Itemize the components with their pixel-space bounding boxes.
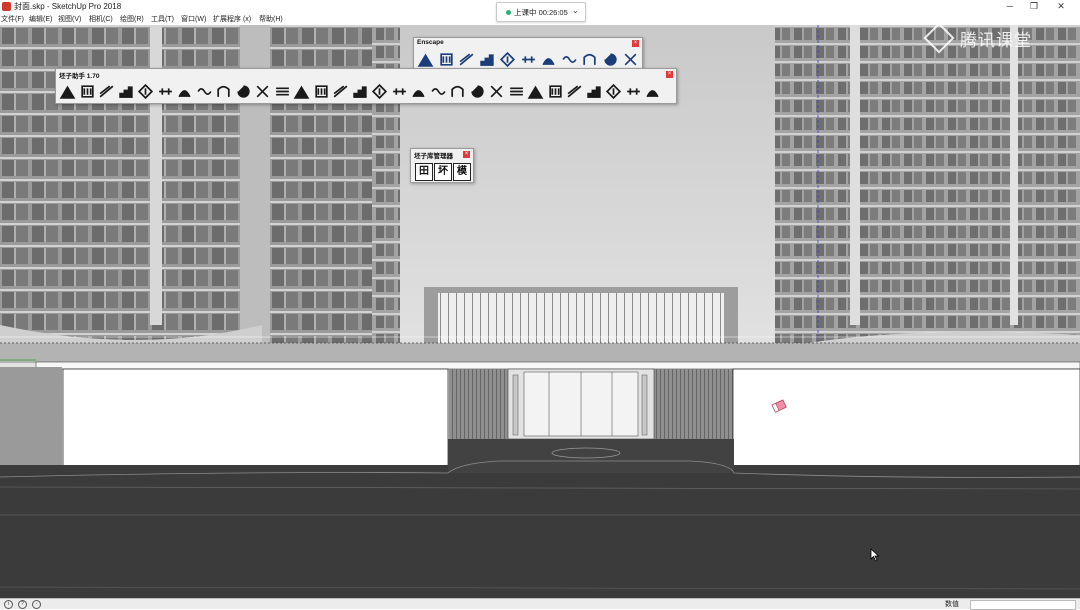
lines-tool-icon[interactable] [274,83,291,100]
roll-tool-icon[interactable] [371,83,388,100]
pizi-library-toolbar-title: 坯子库管理器 [414,153,453,160]
column-tool-icon[interactable] [79,83,96,100]
enscape-start-icon[interactable] [417,51,434,68]
box-tool-icon[interactable] [352,83,369,100]
menu-view[interactable]: 视图(V) [58,14,81,24]
library-model-button[interactable]: 模 [453,163,471,181]
arc-tool-icon[interactable] [391,83,408,100]
menu-camera[interactable]: 相机(C) [89,14,113,24]
menu-edit[interactable]: 编辑(E) [29,14,52,24]
menu-file[interactable]: 文件(F) [1,14,24,24]
stack-tool-icon[interactable] [566,83,583,100]
enscape-material-icon[interactable] [540,51,557,68]
bar-chart-tool-icon[interactable] [118,83,135,100]
enscape-capture-icon[interactable] [520,51,537,68]
enscape-upload-icon[interactable] [561,51,578,68]
stair-tool-icon[interactable] [59,83,76,100]
right-tower [775,25,1080,355]
pizi-library-toolbar[interactable]: 坯子库管理器 × 田 坏 模 [410,148,474,183]
library-field-button[interactable]: 田 [415,163,433,181]
menu-tools[interactable]: 工具(T) [151,14,174,24]
watermark-text: 腾讯课堂 [960,31,1032,50]
recording-indicator[interactable]: 上课中 00:26:05 ⌄ [496,2,586,22]
enscape-about-icon[interactable] [622,51,639,68]
mouse-cursor-icon [870,548,880,562]
library-env-button[interactable]: 坏 [434,163,452,181]
enscape-toolbar-title: Enscape [417,39,444,46]
enscape-settings-icon[interactable] [581,51,598,68]
menu-draw[interactable]: 绘图(R) [120,14,144,24]
loop-tool-icon[interactable] [235,83,252,100]
scissors-tool-icon[interactable] [254,83,271,100]
curve-tool-icon[interactable] [430,83,447,100]
comb-tool-icon[interactable] [488,83,505,100]
line-tool-icon[interactable] [98,83,115,100]
watermark: 腾讯课堂 [923,22,1032,54]
pyramid-tool-icon[interactable] [527,83,544,100]
dimension-tool-icon[interactable] [586,83,603,100]
grid-dots-tool-icon[interactable] [547,83,564,100]
enscape-views-icon[interactable] [458,51,475,68]
spiral-tool-icon[interactable] [449,83,466,100]
entrance-doors [449,368,733,440]
restore-icon[interactable]: ❐ [1023,0,1045,12]
enscape-toolbar[interactable]: Enscape × [413,37,643,69]
chevron-down-icon[interactable]: ⌄ [572,6,579,15]
recording-dot-icon [506,10,511,15]
status-bar: i ? ◦ 数值 [0,598,1080,610]
enscape-asset-add-icon[interactable] [479,51,496,68]
align-tool-icon[interactable] [157,83,174,100]
close-icon[interactable]: × [632,40,639,47]
value-input[interactable] [970,600,1076,610]
model-viewport[interactable] [0,25,1080,598]
slope-tool-icon[interactable] [469,83,486,100]
scene-canvas [0,25,1080,598]
pizi-helper-toolbar-title: 坯子助手 1.70 [59,73,100,80]
window-title: 封面.skp - SketchUp Pro 2018 [14,2,122,11]
pizi-helper-toolbar[interactable]: 坯子助手 1.70 × [55,68,677,104]
plugin-a-icon[interactable] [625,83,642,100]
tencent-classroom-logo-icon [923,22,955,54]
enscape-sync-icon[interactable] [438,51,455,68]
bend-tool-icon[interactable] [176,83,193,100]
shape-tool-icon[interactable] [332,83,349,100]
wing-tool-icon[interactable] [313,83,330,100]
menu-help[interactable]: 帮助(H) [259,14,283,24]
close-icon[interactable]: × [463,151,470,158]
menu-window[interactable]: 窗口(W) [181,14,206,24]
enscape-feedback-icon[interactable] [602,51,619,68]
close-icon[interactable]: ✕ [1050,0,1072,12]
close-icon[interactable]: × [666,71,673,78]
brush-tool-icon[interactable] [605,83,622,100]
recording-label: 上课中 00:26:05 [514,8,568,17]
wave-tool-icon[interactable] [410,83,427,100]
join-tool-icon[interactable] [196,83,213,100]
twist-tool-icon[interactable] [293,83,310,100]
enscape-asset-tree-icon[interactable] [499,51,516,68]
colonnade-tool-icon[interactable] [508,83,525,100]
arch-tool-icon[interactable] [215,83,232,100]
minimize-icon[interactable]: ─ [999,0,1021,12]
plugin-b-icon[interactable] [644,83,661,100]
menu-extensions[interactable]: 扩展程序 (x) [213,14,251,24]
sketchup-logo-icon [2,2,11,11]
arrow-split-tool-icon[interactable] [137,83,154,100]
